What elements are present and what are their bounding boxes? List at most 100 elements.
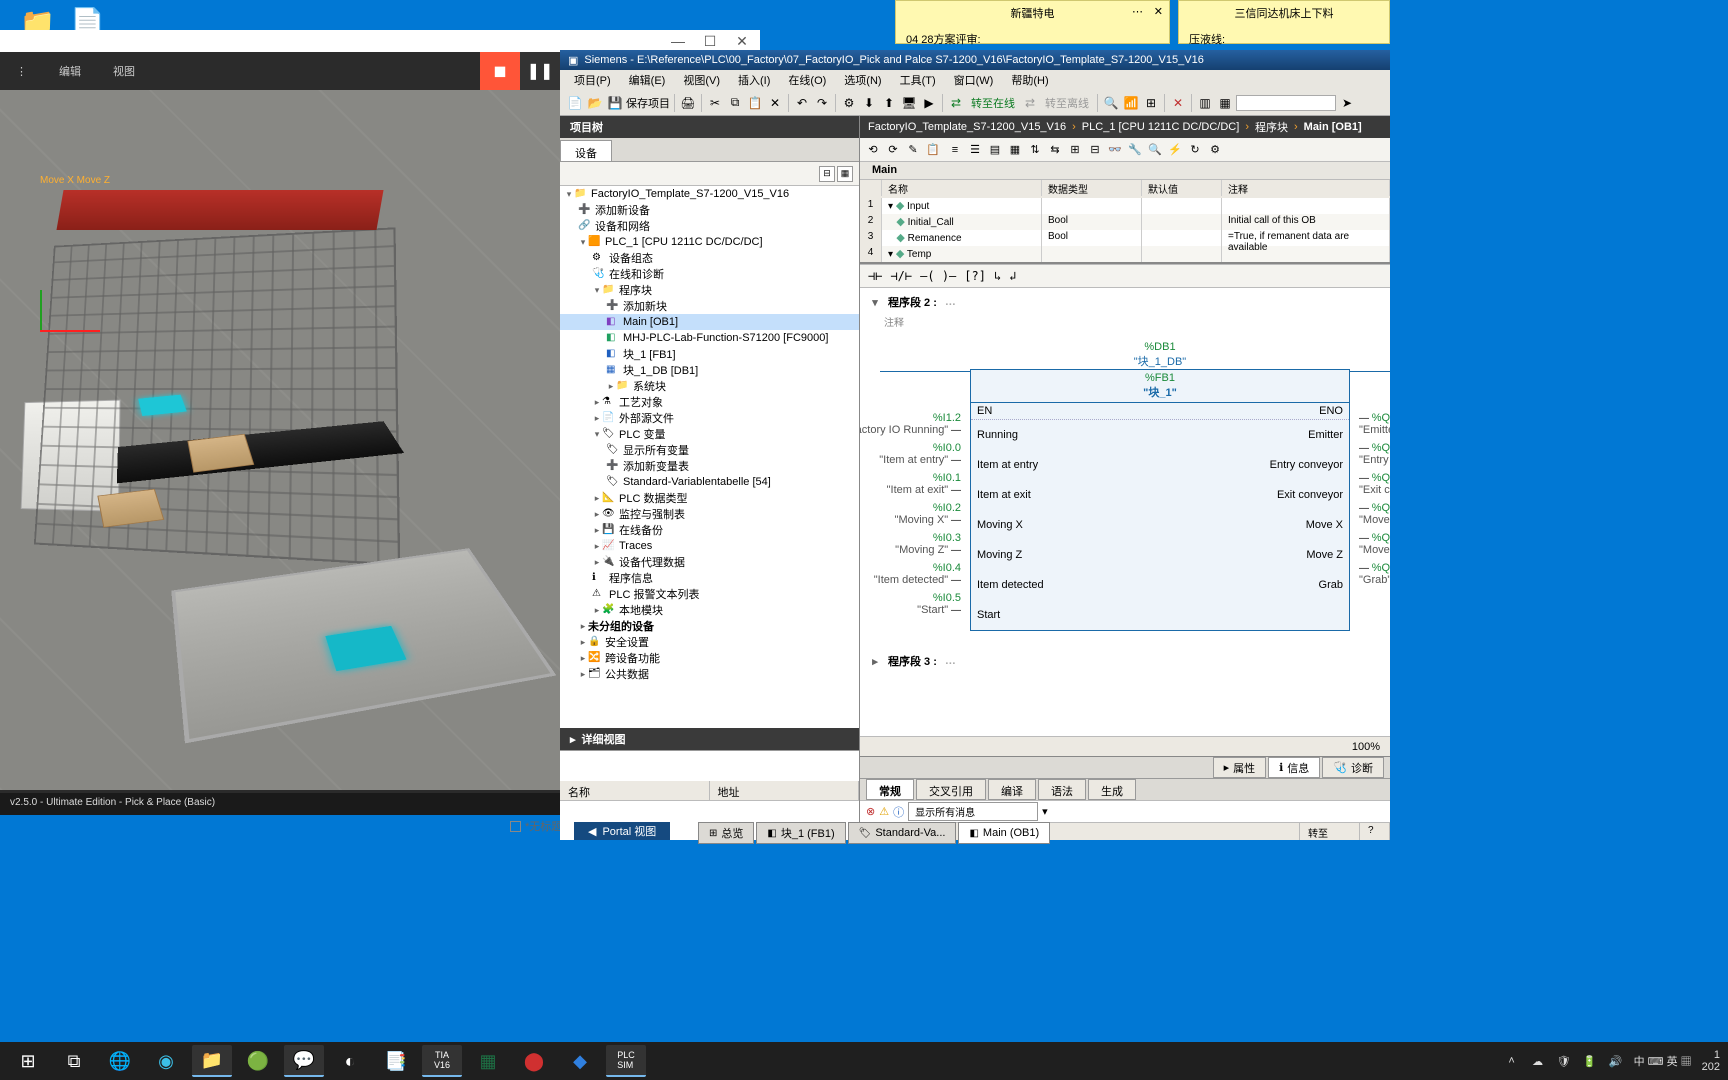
menu-project[interactable]: 项目(P) [566,70,619,90]
menu-view[interactable]: 视图 [97,63,151,79]
taskbar-excel[interactable]: ▦ [468,1045,508,1077]
taskbar-app[interactable]: 📑 [376,1045,416,1077]
sticky-note-1[interactable]: 新疆特电 ⋯ ✕ 04 28方案评审: [895,0,1170,44]
fb-call-block[interactable]: %DB1"块_1_DB" %FB1"块_1" ENENO %I1.2"Facto… [970,341,1350,631]
info-icon[interactable]: ⓘ [893,804,904,820]
warning-icon[interactable]: ⚠ [879,805,889,818]
project-tree[interactable]: ▾📁FactoryIO_Template_S7-1200_V15_V16 ➕添加… [560,186,859,728]
tree-cross-device[interactable]: 跨设备功能 [605,650,660,666]
go-online-button[interactable]: 转至在线 [967,95,1019,111]
doc-tab-main[interactable]: ◧ Main (OB1) [958,822,1050,844]
taskbar-chrome[interactable]: 🟢 [238,1045,278,1077]
tree-common-data[interactable]: 公共数据 [605,666,649,682]
dropdown-icon[interactable]: ▾ [1042,805,1048,818]
tray-battery-icon[interactable]: 🔋 [1582,1053,1598,1069]
tree-plc[interactable]: PLC_1 [CPU 1211C DC/DC/DC] [605,236,763,248]
more-icon[interactable]: ⋯ [1132,5,1143,18]
menu-help[interactable]: 帮助(H) [1003,70,1056,90]
tb-icon[interactable]: ⟲ [864,141,882,159]
tray-shield-icon[interactable]: 🛡 [1556,1053,1572,1069]
tree-local-modules[interactable]: 本地模块 [619,602,663,618]
hmi-icon[interactable]: 🖥 [900,94,918,112]
error-icon[interactable]: ⊗ [866,805,875,818]
doc-tab-tags[interactable]: 🏷 Standard-Va... [848,822,957,844]
taskbar-tia[interactable]: TIAV16 [422,1045,462,1077]
tree-fb1[interactable]: 块_1 [FB1] [623,346,676,362]
tree-ungrouped[interactable]: 未分组的设备 [588,621,654,633]
network-area[interactable]: ▾程序段 2 :… 注释 %DB1"块_1_DB" %FB1"块_1" ENEN… [860,288,1390,736]
fb-pin-row[interactable]: %I0.0"Item at entry" —Item at entryEntry… [971,450,1349,480]
tb-icon[interactable]: 🔍 [1146,141,1164,159]
tree-ext-sources[interactable]: 外部源文件 [619,410,674,426]
subtab-syntax[interactable]: 语法 [1038,779,1086,800]
tree-online-backup[interactable]: 在线备份 [619,522,663,538]
interface-table[interactable]: 名称 数据类型 默认值 注释 1▾ ◆ Input2 ◆ Initial_Cal… [860,180,1390,264]
tab-info[interactable]: ℹ信息 [1268,757,1320,778]
taskbar-wechat[interactable]: 💬 [284,1045,324,1077]
tree-program-info[interactable]: 程序信息 [609,570,653,586]
tree-alarm-texts[interactable]: PLC 报警文本列表 [609,586,699,602]
menu-view[interactable]: 视图(V) [675,70,728,90]
collapse-icon[interactable]: ⊟ [819,166,835,182]
accessible-icon[interactable]: 📶 [1122,94,1140,112]
project-search-input[interactable] [1236,95,1336,111]
tb-icon[interactable]: ▤ [986,141,1004,159]
detail-col-address[interactable]: 地址 [710,781,860,800]
new-project-icon[interactable]: 📄 [566,94,584,112]
taskbar-record[interactable]: ⬤ [514,1045,554,1077]
lad-branch-close[interactable]: ↲ [1009,269,1016,283]
maximize-icon[interactable]: ☐ [704,35,716,47]
tray-ime[interactable]: 中 ⌨ 英 ▦ [1634,1053,1692,1069]
taskbar-app[interactable]: ◆ [560,1045,600,1077]
tree-plc-datatypes[interactable]: PLC 数据类型 [619,490,687,506]
tree-std-tag-table[interactable]: Standard-Variablentabelle [54] [623,476,771,488]
taskview-button[interactable]: ⧉ [54,1045,94,1077]
tb-icon[interactable]: ⊟ [1086,141,1104,159]
download-icon[interactable]: ⬇ [860,94,878,112]
tab-properties[interactable]: ▸属性 [1213,757,1267,778]
tree-plc-tags[interactable]: PLC 变量 [619,426,665,442]
tray-cloud-icon[interactable]: ☁ [1530,1053,1546,1069]
axis-gizmo[interactable] [40,330,100,332]
menu-options[interactable]: 选项(N) [836,70,889,90]
cut-icon[interactable]: ✂ [706,94,724,112]
tree-add-device[interactable]: 添加新设备 [595,202,650,218]
fb-pin-row[interactable]: %I0.3"Moving Z" —Moving ZMove Z— %Q0.3"M… [971,540,1349,570]
subtab-crossref[interactable]: 交叉引用 [916,779,986,800]
tree-main-ob1[interactable]: Main [OB1] [623,316,678,328]
close-icon[interactable]: ✕ [736,35,748,47]
tree-tech-objects[interactable]: 工艺对象 [619,394,663,410]
menu-file[interactable]: ⋮ [0,65,43,78]
start-button[interactable]: ⊞ [8,1045,48,1077]
paste-icon[interactable]: 📋 [746,94,764,112]
menu-edit[interactable]: 编辑(E) [621,70,674,90]
tray-up-icon[interactable]: ˄ [1504,1053,1520,1069]
menu-window[interactable]: 窗口(W) [946,70,1002,90]
delete-icon[interactable]: ✕ [766,94,784,112]
tree-security[interactable]: 安全设置 [605,634,649,650]
network-2-header[interactable]: ▾程序段 2 :… [860,292,1390,312]
taskbar-ie[interactable]: 🌐 [100,1045,140,1077]
tb-icon[interactable]: ⚙ [1206,141,1224,159]
search-go-icon[interactable]: ➤ [1338,94,1356,112]
tree-watch-tables[interactable]: 监控与强制表 [619,506,685,522]
menu-online[interactable]: 在线(O) [780,70,834,90]
tb-icon[interactable]: ⇆ [1046,141,1064,159]
interface-row[interactable]: 4▾ ◆ Temp [860,246,1390,262]
menu-tools[interactable]: 工具(T) [892,70,944,90]
fb-pin-row[interactable]: %I1.2"Factory IO Running" —RunningEmitte… [971,420,1349,450]
doc-tab-overview[interactable]: ⊞ 总览 [698,822,754,844]
subtab-compile[interactable]: 编译 [988,779,1036,800]
taskbar-app[interactable]: ◐ [330,1045,370,1077]
detail-col-name[interactable]: 名称 [560,781,710,800]
subtab-generate[interactable]: 生成 [1088,779,1136,800]
stop-cpu-icon[interactable]: ✕ [1169,94,1187,112]
compile-icon[interactable]: ⚙ [840,94,858,112]
copy-icon[interactable]: ⧉ [726,94,744,112]
go-offline-icon[interactable]: ⇄ [1021,94,1039,112]
tb-icon[interactable]: ▦ [1006,141,1024,159]
fb-pin-row[interactable]: %I0.4"Item detected" —Item detectedGrab—… [971,570,1349,600]
tree-program-blocks[interactable]: 程序块 [619,282,652,298]
tb-icon[interactable]: ⟳ [884,141,902,159]
stop-button[interactable]: ◼ [480,52,520,90]
